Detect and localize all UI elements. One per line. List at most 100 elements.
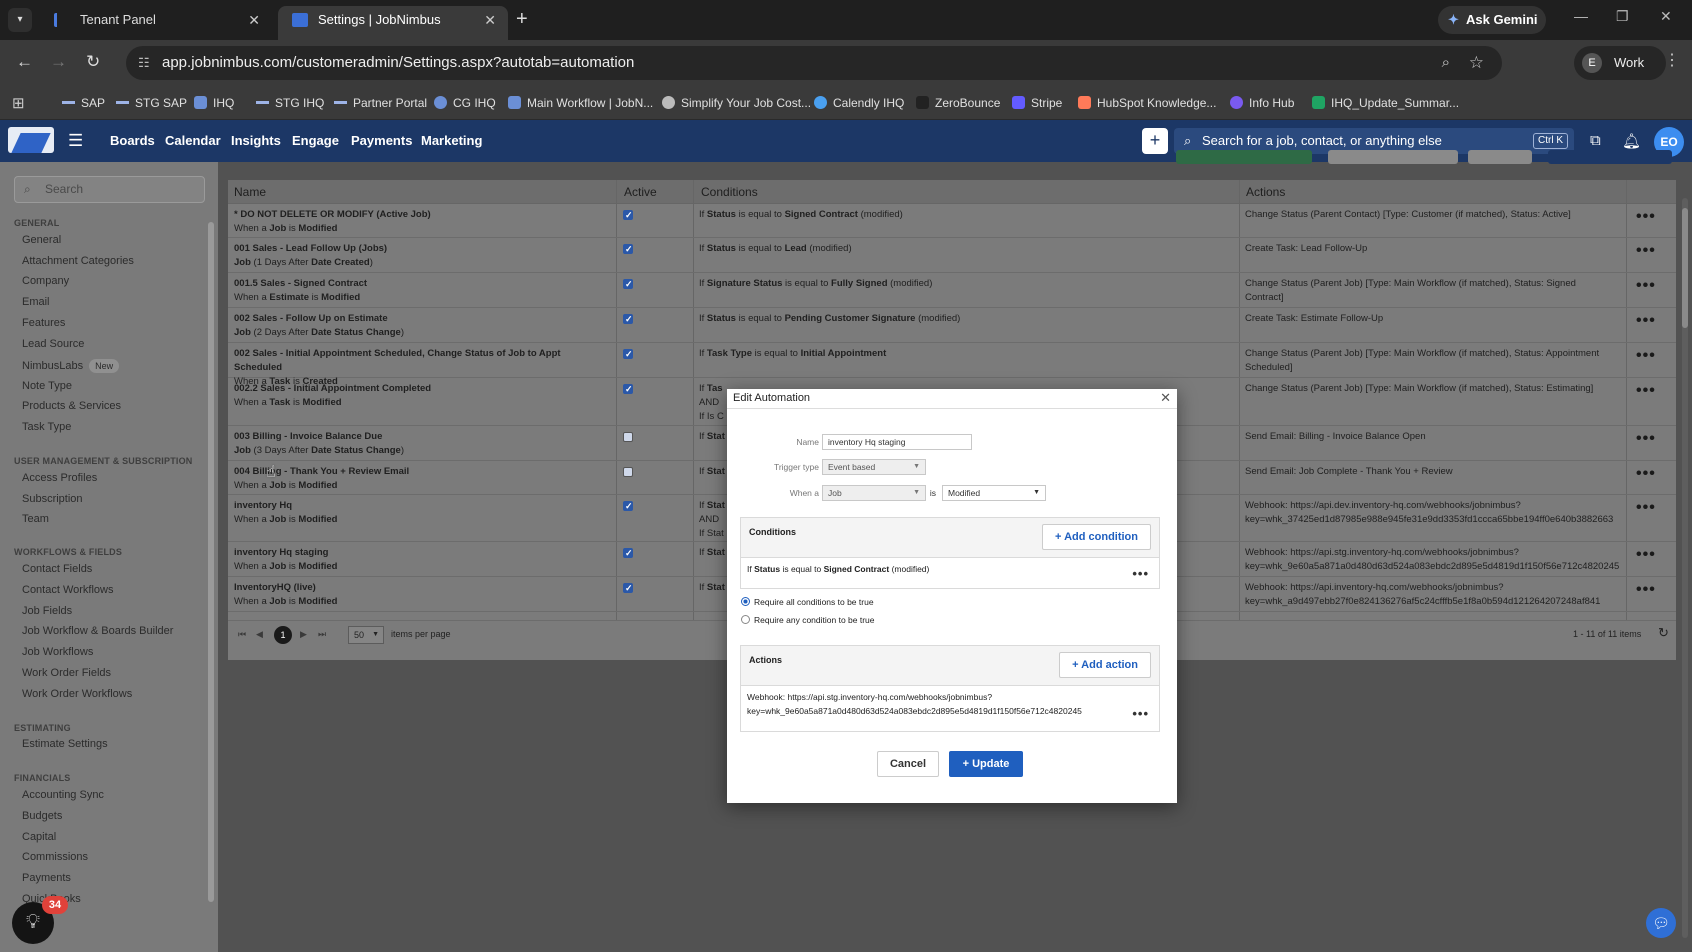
row-more-icon[interactable]: ••• (1636, 500, 1656, 516)
automation-name-cell[interactable]: 002 Sales - Follow Up on Estimate Job (2… (234, 312, 604, 340)
row-more-icon[interactable]: ••• (1636, 383, 1656, 399)
chat-support-icon[interactable]: 💬︎ (1646, 908, 1676, 938)
sidebar-item-team[interactable]: Team (22, 513, 49, 525)
automation-name[interactable]: InventoryHQ (live) (234, 581, 604, 595)
column-actions-header[interactable]: Actions (1246, 180, 1285, 204)
automation-name[interactable]: 004 Billing - Thank You + Review Email (234, 465, 604, 479)
name-field[interactable]: inventory Hq staging (822, 434, 972, 450)
profile-button[interactable]: E Work (1574, 46, 1666, 80)
table-row[interactable]: * DO NOT DELETE OR MODIFY (Active Job) W… (228, 204, 1676, 238)
jobnimbus-logo[interactable] (8, 127, 54, 153)
nav-calendar[interactable]: Calendar (165, 120, 221, 162)
when-entity-select[interactable]: Job ▼ (822, 485, 926, 501)
row-more-icon[interactable]: ••• (1636, 582, 1656, 598)
automation-name-cell[interactable]: inventory Hq When a Job is Modified (234, 499, 604, 527)
bookmark-ihq-update[interactable]: IHQ_Update_Summar... (1312, 86, 1459, 120)
nav-insights[interactable]: Insights (231, 120, 281, 162)
sidebar-item-access-profiles[interactable]: Access Profiles (22, 472, 97, 484)
automation-name[interactable]: 002 Sales - Follow Up on Estimate (234, 312, 604, 326)
sidebar-item-job-workflow-builder[interactable]: Job Workflow & Boards Builder (22, 625, 173, 637)
tab-search-chevron-icon[interactable]: ▾ (8, 8, 32, 32)
column-name-header[interactable]: Name (234, 180, 266, 204)
sidebar-item-contact-fields[interactable]: Contact Fields (22, 563, 92, 575)
apps-grid-icon[interactable]: ⊞ (12, 94, 25, 112)
bookmark-main-workflow[interactable]: Main Workflow | JobN... (508, 86, 653, 120)
sidebar-item-features[interactable]: Features (22, 317, 65, 329)
nav-payments[interactable]: Payments (351, 120, 412, 162)
add-automation-button[interactable] (1548, 150, 1672, 164)
bookmark-stg-ihq[interactable]: STG IHQ (256, 86, 324, 120)
automation-name[interactable]: * DO NOT DELETE OR MODIFY (Active Job) (234, 208, 604, 222)
automation-name[interactable]: inventory Hq staging (234, 546, 604, 560)
automation-name-cell[interactable]: 004 Billing - Thank You + Review Email W… (234, 465, 604, 493)
sidebar-item-attachment-categories[interactable]: Attachment Categories (22, 255, 134, 267)
announcements-icon[interactable]: ⧉ (1590, 132, 1601, 149)
site-info-icon[interactable]: ☷ (138, 46, 150, 80)
row-more-icon[interactable]: ••• (1636, 209, 1656, 225)
sidebar-item-estimate-settings[interactable]: Estimate Settings (22, 738, 108, 750)
restore-icon[interactable]: ❐ (1616, 8, 1629, 25)
nav-engage[interactable]: Engage (292, 120, 339, 162)
row-more-icon[interactable]: ••• (1636, 278, 1656, 294)
scrollbar-thumb[interactable] (1682, 208, 1688, 328)
automation-name-cell[interactable]: 003 Billing - Invoice Balance Due Job (3… (234, 430, 604, 458)
table-row[interactable]: 002 Sales - Follow Up on Estimate Job (2… (228, 308, 1676, 343)
sidebar-item-commissions[interactable]: Commissions (22, 851, 88, 863)
active-checkbox[interactable] (623, 347, 633, 361)
minimize-icon[interactable]: — (1574, 8, 1588, 24)
add-text-automation-button[interactable] (1176, 150, 1312, 164)
add-condition-button[interactable]: + Add condition (1042, 524, 1151, 550)
close-window-icon[interactable]: ✕ (1660, 8, 1672, 25)
condition-more-icon[interactable]: ••• (1132, 566, 1149, 581)
active-checkbox[interactable] (623, 499, 633, 513)
table-row[interactable]: 002 Sales - Initial Appointment Schedule… (228, 343, 1676, 387)
next-page-icon[interactable]: ▶ (300, 629, 307, 640)
row-more-icon[interactable]: ••• (1636, 547, 1656, 563)
bookmark-sap[interactable]: SAP (62, 86, 105, 120)
automation-name-cell[interactable]: 002.2 Sales - Initial Appointment Comple… (234, 382, 604, 410)
sidebar-search-input[interactable]: ⌕ Search (14, 176, 205, 203)
row-more-icon[interactable]: ••• (1636, 431, 1656, 447)
bookmark-cg-ihq[interactable]: CG IHQ (434, 86, 496, 120)
active-checkbox[interactable] (623, 467, 633, 477)
automation-name-cell[interactable]: 001 Sales - Lead Follow Up (Jobs) Job (1… (234, 242, 604, 270)
sidebar-item-company[interactable]: Company (22, 275, 69, 287)
page-size-select[interactable]: 50 ▼ (348, 626, 384, 644)
sidebar-item-general[interactable]: General (22, 234, 61, 246)
sidebar-item-payments[interactable]: Payments (22, 872, 71, 884)
filter-select[interactable] (1328, 150, 1458, 164)
first-page-icon[interactable]: ⏮ (238, 629, 246, 640)
bookmark-stg-sap[interactable]: STG SAP (116, 86, 187, 120)
close-icon[interactable]: ✕ (1160, 390, 1171, 406)
nav-boards[interactable]: Boards (110, 120, 155, 162)
active-checkbox[interactable] (623, 208, 633, 222)
trigger-type-select[interactable]: Event based ▼ (822, 459, 926, 475)
sidebar-item-budgets[interactable]: Budgets (22, 810, 62, 822)
bookmark-hubspot[interactable]: HubSpot Knowledge... (1078, 86, 1216, 120)
automation-name-cell[interactable]: * DO NOT DELETE OR MODIFY (Active Job) W… (234, 208, 604, 236)
create-new-button[interactable]: + (1142, 128, 1168, 154)
bookmark-info-hub[interactable]: Info Hub (1230, 86, 1294, 120)
sidebar-item-job-fields[interactable]: Job Fields (22, 605, 72, 617)
bookmark-ihq[interactable]: IHQ (194, 86, 234, 120)
sidebar-item-lead-source[interactable]: Lead Source (22, 338, 84, 350)
sidebar-item-nimbuslabs[interactable]: NimbusLabs New (22, 359, 120, 373)
column-active-header[interactable]: Active (624, 180, 657, 204)
bookmark-zerobounce[interactable]: ZeroBounce (916, 86, 1000, 120)
automation-name-cell[interactable]: 001.5 Sales - Signed Contract When a Est… (234, 277, 604, 305)
sidebar-item-task-type[interactable]: Task Type (22, 421, 71, 433)
require-all-radio[interactable]: Require all conditions to be true (741, 597, 874, 607)
active-checkbox[interactable] (623, 242, 633, 256)
automation-name[interactable]: 002 Sales - Initial Appointment Schedule… (234, 347, 604, 375)
notifications-bell-icon[interactable]: 🔔︎ (1622, 132, 1641, 150)
active-checkbox[interactable] (623, 382, 633, 396)
update-button[interactable]: + Update (949, 751, 1023, 777)
forward-icon[interactable]: → (50, 52, 67, 72)
close-tab-icon[interactable]: ✕ (484, 6, 496, 34)
sidebar-item-job-workflows[interactable]: Job Workflows (22, 646, 93, 658)
sidebar-scrollbar[interactable] (208, 222, 214, 902)
new-tab-icon[interactable]: + (516, 8, 528, 31)
main-scrollbar[interactable] (1682, 198, 1688, 938)
url-field[interactable]: ☷ app.jobnimbus.com/customeradmin/Settin… (126, 46, 1502, 80)
bookmark-stripe[interactable]: Stripe (1012, 86, 1062, 120)
